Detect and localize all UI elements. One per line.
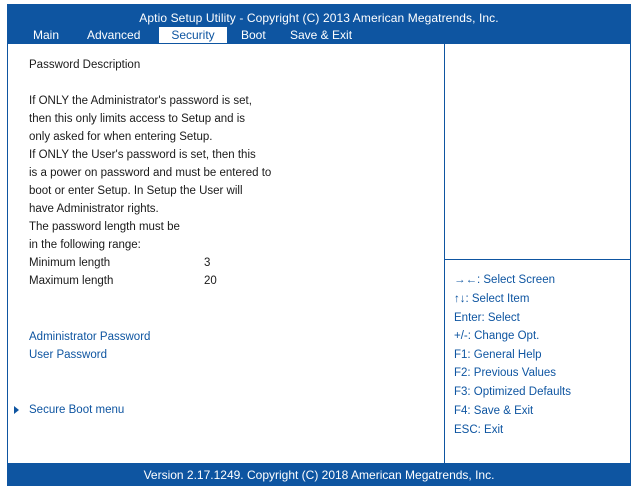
description-line: only asked for when entering Setup. [29,131,213,143]
help-general-help: F1: General Help [454,349,542,361]
tab-main[interactable]: Main [33,27,59,43]
description-line: boot or enter Setup. In Setup the User w… [29,185,243,197]
help-divider [445,259,630,260]
minimum-length-value: 3 [204,257,211,269]
description-line: in the following range: [29,239,141,251]
description-line: then this only limits access to Setup an… [29,113,246,125]
window-title: Aptio Setup Utility - Copyright (C) 2013… [139,11,499,25]
administrator-password-item[interactable]: Administrator Password [29,328,150,346]
help-esc-exit: ESC: Exit [454,424,504,436]
tab-boot[interactable]: Boot [241,27,266,43]
version-footer: Version 2.17.1249. Copyright (C) 2018 Am… [7,464,631,486]
submenu-arrow-icon [14,406,19,414]
help-change-opt: +/-: Change Opt. [454,330,540,342]
help-select-screen: →←: Select Screen [454,274,555,286]
tab-security[interactable]: Security [159,27,227,43]
main-panel: Password Description If ONLY the Adminis… [7,43,631,464]
panel-divider [444,44,445,463]
help-enter-select: Enter: Select [454,312,520,324]
description-line: have Administrator rights. [29,203,159,215]
password-description-heading: Password Description [29,59,141,71]
maximum-length-label: Maximum length [29,275,114,287]
title-bar: Aptio Setup Utility - Copyright (C) 2013… [7,4,631,43]
help-select-item: ↑↓: Select Item [454,293,530,305]
secure-boot-menu-item[interactable]: Secure Boot menu [29,401,124,419]
help-optimized-defaults: F3: Optimized Defaults [454,386,571,398]
user-password-item[interactable]: User Password [29,346,107,364]
tab-save-exit[interactable]: Save & Exit [290,27,352,43]
description-line: is a power on password and must be enter… [29,167,272,179]
minimum-length-label: Minimum length [29,257,111,269]
description-line: If ONLY the Administrator's password is … [29,95,252,107]
description-line: If ONLY the User's password is set, then… [29,149,256,161]
tab-advanced[interactable]: Advanced [87,27,140,43]
help-save-exit: F4: Save & Exit [454,405,534,417]
description-line: The password length must be [29,221,180,233]
maximum-length-value: 20 [204,275,217,287]
help-previous-values: F2: Previous Values [454,367,557,379]
